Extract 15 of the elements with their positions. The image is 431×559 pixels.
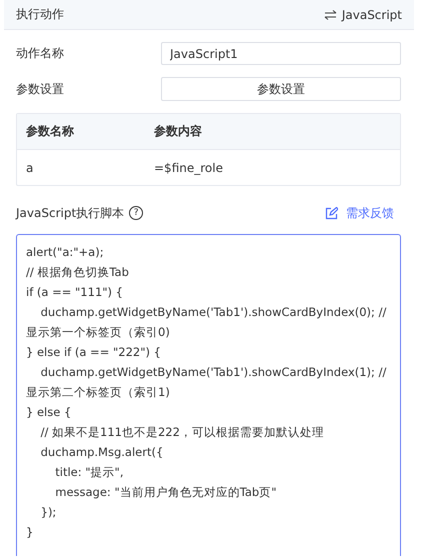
table-cell-text: =$fine_role <box>153 160 223 174</box>
parameter-settings-button[interactable]: 参数设置 <box>161 77 401 101</box>
section-title: 执行动作 <box>16 6 64 23</box>
edit-icon <box>325 206 338 220</box>
table-cell-text: a <box>25 160 34 174</box>
field-label: 参数设置 <box>16 80 64 98</box>
field-label: 动作名称 <box>16 45 64 62</box>
script-label: JavaScript执行脚本 <box>16 204 124 222</box>
feedback-link[interactable]: 需求反馈 <box>325 204 394 222</box>
help-icon[interactable]: ? <box>129 206 144 220</box>
swap-icon <box>324 10 337 20</box>
code-editor[interactable]: alert("a:"+a); // 根据角色切换Tab if (a == "111") { duchamp.getWidgetByName('Tab1').showCardByIndex(0); // 显示第一个标签页（索引0) } else if (a == "222") { duchamp.getWidgetByName('Tab1').showCardByIndex(1); // 显示第二个标签页（索引1) } else { // 如果不是111也不是222，可以根据需要加默认处理 duchamp.Msg.alert({ title: "提示", message: "当前用户角色无对应的Tab页" }); } <box>16 234 401 556</box>
column-header: 参数内容 <box>153 123 202 140</box>
column-header: 参数名称 <box>25 123 75 140</box>
switch-mode-button[interactable]: JavaScript <box>324 8 402 22</box>
